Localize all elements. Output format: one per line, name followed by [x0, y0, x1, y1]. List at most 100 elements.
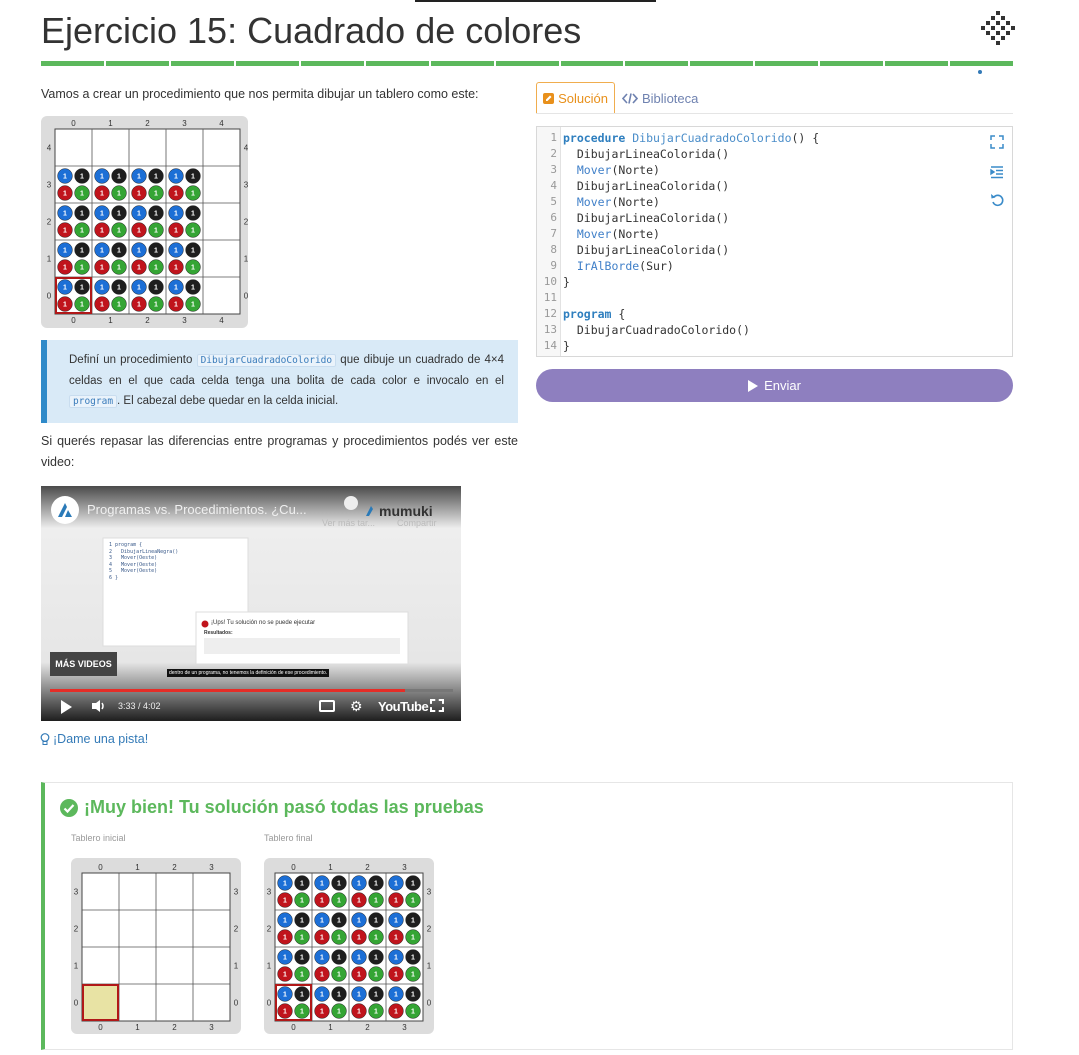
- progress-segment[interactable]: [625, 61, 689, 66]
- ball-count: 1: [100, 173, 104, 180]
- ball-count: 1: [191, 247, 195, 254]
- column-label: 2: [172, 1023, 177, 1032]
- more-videos-button[interactable]: MÁS VIDEOS: [50, 652, 117, 676]
- ball-count: 1: [300, 880, 304, 887]
- ball-count: 1: [357, 954, 361, 961]
- tab-library[interactable]: Biblioteca: [622, 82, 698, 114]
- progress-segment[interactable]: [820, 61, 884, 66]
- ball-count: 1: [411, 991, 415, 998]
- row-label: 2: [427, 925, 432, 934]
- ball-count: 1: [154, 191, 158, 198]
- ball-count: 1: [337, 972, 341, 979]
- ball-count: 1: [80, 210, 84, 217]
- program-code: program: [69, 395, 118, 408]
- code-icon: [622, 92, 638, 104]
- line-number: 11: [543, 291, 557, 304]
- watch-later-icon[interactable]: [344, 496, 358, 510]
- ball-count: 1: [117, 210, 121, 217]
- video-seek-bar[interactable]: [50, 689, 453, 692]
- progress-segment[interactable]: [365, 61, 429, 66]
- progress-segment[interactable]: [885, 61, 949, 66]
- ball-count: 1: [300, 954, 304, 961]
- ball-count: 1: [357, 898, 361, 905]
- edit-icon: [543, 92, 555, 104]
- ball-count: 1: [374, 954, 378, 961]
- ball-count: 1: [300, 935, 304, 942]
- video-code-preview: 1 program {2 DibujarLineaNegra() 3 Mover(…: [109, 542, 178, 581]
- ball-count: 1: [174, 265, 178, 272]
- line-number: 5: [550, 195, 557, 208]
- settings-icon[interactable]: ⚙: [350, 698, 363, 715]
- progress-segment[interactable]: [235, 61, 299, 66]
- tab-solution[interactable]: Solución: [536, 82, 615, 114]
- ball-count: 1: [63, 265, 67, 272]
- progress-segment[interactable]: [300, 61, 364, 66]
- row-label: 2: [267, 925, 272, 934]
- progress-segment[interactable]: [495, 61, 559, 66]
- ball-count: 1: [154, 265, 158, 272]
- play-icon[interactable]: [61, 700, 72, 714]
- ball-count: 1: [337, 917, 341, 924]
- ball-count: 1: [117, 284, 121, 291]
- subtitles-icon[interactable]: [319, 700, 335, 712]
- result-title: ¡Muy bien! Tu solución pasó todas las pr…: [60, 797, 484, 818]
- ball-count: 1: [154, 173, 158, 180]
- ball-count: 1: [100, 210, 104, 217]
- watch-later-label[interactable]: Ver más tar...: [322, 518, 375, 528]
- ball-count: 1: [137, 228, 141, 235]
- exercise-progress-bar[interactable]: [41, 61, 1014, 66]
- ball-count: 1: [320, 1009, 324, 1016]
- row-label: 3: [234, 888, 239, 897]
- fullscreen-editor-icon[interactable]: [990, 135, 1004, 149]
- ball-count: 1: [174, 228, 178, 235]
- ball-count: 1: [174, 210, 178, 217]
- youtube-logo[interactable]: YouTube: [378, 699, 429, 714]
- video-title[interactable]: Programas vs. Procedimientos. ¿Cu...: [87, 502, 307, 517]
- ball-count: 1: [137, 265, 141, 272]
- column-label: 1: [135, 863, 140, 872]
- video-seek-progress: [50, 689, 405, 692]
- line-number: 3: [550, 163, 557, 176]
- line-number: 14: [543, 339, 557, 352]
- progress-segment[interactable]: [41, 61, 104, 66]
- fullscreen-icon[interactable]: [430, 699, 444, 712]
- progress-segment[interactable]: [170, 61, 234, 66]
- hint-link[interactable]: ¡Dame una pista!: [40, 732, 148, 746]
- column-label: 4: [219, 119, 224, 128]
- send-button[interactable]: Enviar: [536, 369, 1013, 402]
- ball-count: 1: [357, 917, 361, 924]
- row-label: 3: [244, 181, 248, 190]
- mumuki-brand: mumuki: [365, 503, 433, 519]
- ball-count: 1: [394, 972, 398, 979]
- code-text: }: [563, 275, 570, 289]
- progress-segment[interactable]: [950, 61, 1014, 66]
- code-text: }: [563, 339, 570, 353]
- progress-segment[interactable]: [755, 61, 819, 66]
- ball-count: 1: [374, 1009, 378, 1016]
- progress-segment[interactable]: [430, 61, 494, 66]
- initial-board: 0 0 1 1 2 2 3 3 3 3 2 2 1 1 0 0: [71, 858, 241, 1034]
- ball-count: 1: [191, 284, 195, 291]
- ball-count: 1: [300, 991, 304, 998]
- reset-code-icon[interactable]: [990, 193, 1004, 207]
- progress-segment[interactable]: [105, 61, 169, 66]
- ball-count: 1: [80, 191, 84, 198]
- column-label: 3: [209, 863, 214, 872]
- column-label: 1: [108, 316, 113, 325]
- ball-count: 1: [320, 935, 324, 942]
- progress-segment[interactable]: [690, 61, 754, 66]
- channel-avatar[interactable]: [51, 496, 79, 524]
- code-editor[interactable]: 1 procedure DibujarCuadradoColorido() {2 …: [536, 126, 1013, 357]
- ball-count: 1: [63, 302, 67, 309]
- ball-count: 1: [283, 935, 287, 942]
- video-player[interactable]: 1 program {2 DibujarLineaNegra() 3 Mover(…: [41, 486, 461, 721]
- volume-icon[interactable]: [91, 699, 107, 713]
- ball-count: 1: [320, 917, 324, 924]
- share-label[interactable]: Compartir: [397, 518, 437, 528]
- ball-count: 1: [411, 1009, 415, 1016]
- format-code-icon[interactable]: [990, 165, 1004, 179]
- progress-segment[interactable]: [560, 61, 624, 66]
- ball-count: 1: [137, 210, 141, 217]
- row-label: 4: [244, 144, 248, 153]
- ball-count: 1: [374, 898, 378, 905]
